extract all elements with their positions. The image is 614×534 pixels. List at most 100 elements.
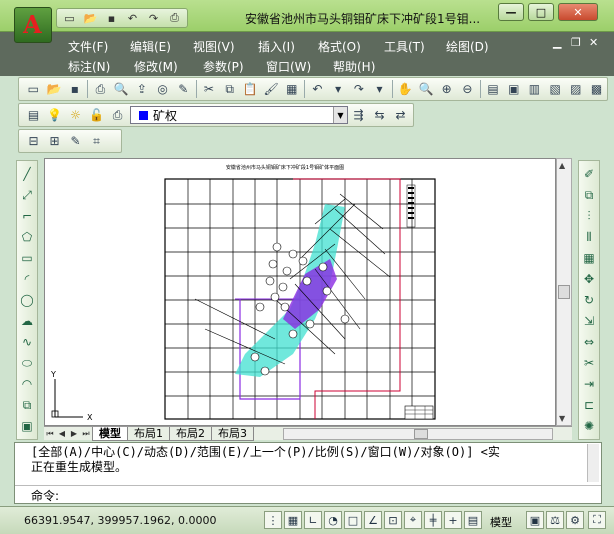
command-input[interactable] xyxy=(79,487,499,502)
tab-model[interactable]: 模型 xyxy=(92,426,128,441)
redo-icon[interactable]: ↷ xyxy=(144,10,163,26)
menu-draw[interactable]: 绘图(D) xyxy=(446,38,489,55)
block-editor-icon[interactable]: ▦ xyxy=(281,79,302,99)
doc-restore-icon[interactable]: ❐ xyxy=(571,36,581,49)
object-snap-icon[interactable]: □ xyxy=(344,511,362,529)
print-icon[interactable]: ⎙ xyxy=(90,79,111,99)
layer-manager-icon[interactable]: ▤ xyxy=(23,105,44,125)
spline-icon[interactable]: ∿ xyxy=(18,333,36,351)
arc-icon[interactable]: ◜ xyxy=(18,270,36,288)
command-scrollbar[interactable] xyxy=(587,444,599,482)
scale-icon[interactable]: ⇲ xyxy=(580,312,598,330)
properties-icon[interactable]: ▤ xyxy=(483,79,504,99)
save-file-icon[interactable]: ▪ xyxy=(64,79,85,99)
make-current-icon[interactable]: ⇶ xyxy=(348,105,369,125)
layer-previous-icon[interactable]: ⇆ xyxy=(369,105,390,125)
text-style-icon[interactable]: ✎ xyxy=(65,131,86,151)
polyline-icon[interactable]: ⌐ xyxy=(18,207,36,225)
chevron-down-icon[interactable]: ▼ xyxy=(333,107,347,123)
design-center-icon[interactable]: ▣ xyxy=(503,79,524,99)
prev-tab-icon[interactable]: ◀ xyxy=(56,429,68,438)
application-menu-button[interactable]: A xyxy=(14,7,52,43)
menu-parameters[interactable]: 参数(P) xyxy=(203,58,244,75)
redo-tool-icon[interactable]: ↷ xyxy=(349,79,370,99)
lineweight-icon[interactable]: ╪ xyxy=(424,511,442,529)
copy-icon[interactable]: ⧉ xyxy=(219,79,240,99)
stretch-icon[interactable]: ⇔ xyxy=(580,333,598,351)
object-snap-tracking-icon[interactable]: ∠ xyxy=(364,511,382,529)
doc-close-icon[interactable]: ✕ xyxy=(589,36,598,49)
menu-window[interactable]: 窗口(W) xyxy=(266,58,311,75)
quick-properties-icon[interactable]: + xyxy=(444,511,462,529)
clean-screen-icon[interactable]: ⛶ xyxy=(588,511,606,529)
tab-layout3[interactable]: 布局3 xyxy=(211,426,254,441)
restore-button[interactable]: □ xyxy=(528,3,554,21)
open-file-icon[interactable]: 📂 xyxy=(44,79,65,99)
menu-dimension[interactable]: 标注(N) xyxy=(68,58,110,75)
mirror-icon[interactable]: ⫶ xyxy=(580,207,598,225)
save-icon[interactable]: ▪ xyxy=(102,10,121,26)
insert-block-icon[interactable]: ⧉ xyxy=(18,396,36,414)
first-tab-icon[interactable]: ⏮ xyxy=(44,429,56,439)
match-prop-icon[interactable]: 🖌 xyxy=(261,79,282,99)
table-icon[interactable]: ⌗ xyxy=(86,131,107,151)
tab-layout2[interactable]: 布局2 xyxy=(169,426,212,441)
circle-icon[interactable]: ◯ xyxy=(18,291,36,309)
menu-edit[interactable]: 编辑(E) xyxy=(130,38,171,55)
zoom-previous-icon[interactable]: ⊖ xyxy=(457,79,478,99)
dynamic-input-icon[interactable]: ⌖ xyxy=(404,511,422,529)
menu-file[interactable]: 文件(F) xyxy=(68,38,108,55)
new-icon[interactable]: ▭ xyxy=(60,10,79,26)
quick-view-layouts-icon[interactable]: ▣ xyxy=(526,511,544,529)
copy-object-icon[interactable]: ⧉ xyxy=(580,186,598,204)
close-button[interactable]: ✕ xyxy=(558,3,598,21)
sheet-set-icon[interactable]: ▧ xyxy=(545,79,566,99)
model-space-icon[interactable]: ▤ xyxy=(464,511,482,529)
rotate-icon[interactable]: ↻ xyxy=(580,291,598,309)
layer-states-icon[interactable]: ⇄ xyxy=(390,105,411,125)
markup-icon[interactable]: ▨ xyxy=(566,79,587,99)
annotation-scale-icon[interactable]: ⚖ xyxy=(546,511,564,529)
trim-icon[interactable]: ✂ xyxy=(580,354,598,372)
zoom-realtime-icon[interactable]: 🔍 xyxy=(416,79,437,99)
undo-tool-icon[interactable]: ↶ xyxy=(307,79,328,99)
dim-edit-icon[interactable]: ⊞ xyxy=(44,131,65,151)
vertical-scrollbar[interactable]: ▲ ▼ xyxy=(556,158,572,426)
redo-dropdown-icon[interactable]: ▾ xyxy=(369,79,390,99)
array-icon[interactable]: ▦ xyxy=(580,249,598,267)
scroll-down-icon[interactable]: ▼ xyxy=(559,414,565,423)
last-tab-icon[interactable]: ⏭ xyxy=(80,429,92,439)
grid-display-icon[interactable]: ▦ xyxy=(284,511,302,529)
polar-tracking-icon[interactable]: ◔ xyxy=(324,511,342,529)
drawing-canvas[interactable]: 安徽省池州市马头铜钼矿床下冲矿段1号钼矿体平面图 Y X xyxy=(44,158,556,426)
3d-dwf-icon[interactable]: ◎ xyxy=(152,79,173,99)
open-icon[interactable]: 📂 xyxy=(81,10,100,26)
tab-layout1[interactable]: 布局1 xyxy=(127,426,170,441)
erase-icon[interactable]: ✐ xyxy=(580,165,598,183)
workspace-switch-icon[interactable]: ⚙ xyxy=(566,511,584,529)
horizontal-scroll-thumb[interactable] xyxy=(414,428,428,439)
line-icon[interactable]: ╱ xyxy=(18,165,36,183)
vertical-scroll-thumb[interactable] xyxy=(558,285,570,299)
doc-minimize-icon[interactable]: ▁ xyxy=(553,36,561,49)
rectangle-icon[interactable]: ▭ xyxy=(18,249,36,267)
break-icon[interactable]: ⊏ xyxy=(580,396,598,414)
minimize-button[interactable]: — xyxy=(498,3,524,21)
ellipse-arc-icon[interactable]: ◠ xyxy=(18,375,36,393)
preview-icon[interactable]: 🔍 xyxy=(111,79,132,99)
allow-ucs-icon[interactable]: ⊡ xyxy=(384,511,402,529)
ortho-mode-icon[interactable]: ∟ xyxy=(304,511,322,529)
qnew-icon[interactable]: ▭ xyxy=(23,79,44,99)
undo-dropdown-icon[interactable]: ▾ xyxy=(328,79,349,99)
plot-icon[interactable]: ⎙ xyxy=(165,10,184,26)
paste-icon[interactable]: 📋 xyxy=(240,79,261,99)
move-icon[interactable]: ✥ xyxy=(580,270,598,288)
ellipse-icon[interactable]: ⬭ xyxy=(18,354,36,372)
menu-format[interactable]: 格式(O) xyxy=(318,38,361,55)
construction-line-icon[interactable]: ⤢ xyxy=(18,186,36,204)
offset-icon[interactable]: ⫴ xyxy=(580,228,598,246)
revcloud-icon[interactable]: ☁ xyxy=(18,312,36,330)
tool-palette-icon[interactable]: ▥ xyxy=(524,79,545,99)
menu-view[interactable]: 视图(V) xyxy=(193,38,235,55)
model-space-label[interactable]: 模型 xyxy=(490,514,512,530)
